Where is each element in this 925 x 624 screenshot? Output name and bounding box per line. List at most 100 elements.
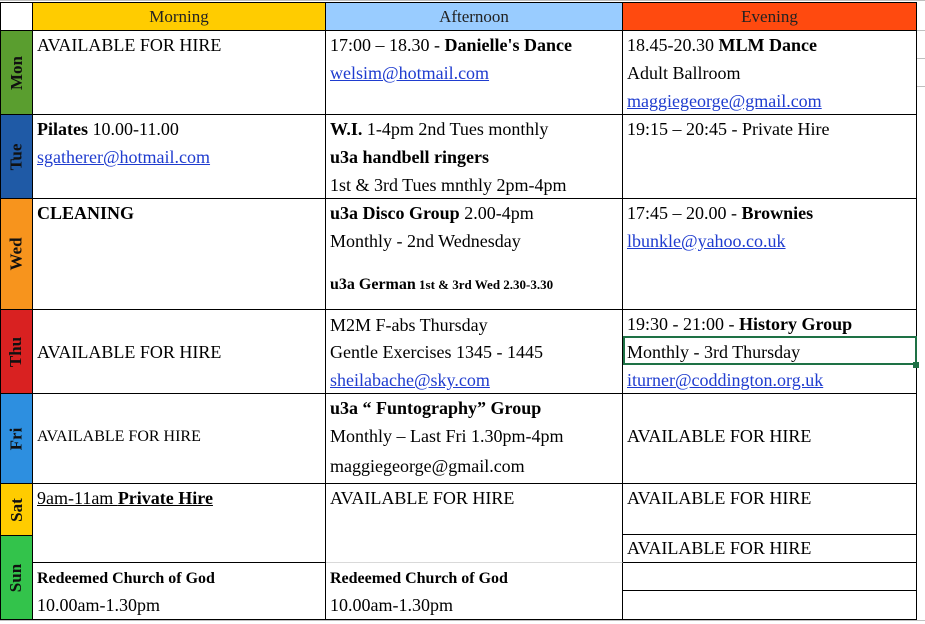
tue-afternoon-line3: 1st & 3rd Tues mnthly 2pm-4pm: [330, 175, 567, 195]
sat-evening-cell[interactable]: AVAILABLE FOR HIRE: [623, 484, 917, 535]
time-text: 17:45 – 20.00 -: [627, 203, 742, 223]
day-label: Tue: [6, 143, 26, 170]
wed-afternoon-cell[interactable]: u3a Disco Group 2.00-4pm Monthly - 2nd W…: [326, 199, 623, 310]
activity-name: Private Hire: [117, 488, 213, 508]
day-thu[interactable]: Thu: [0, 310, 33, 394]
tue-afternoon-cell[interactable]: W.I. 1-4pm 2nd Tues monthly u3a handbell…: [326, 115, 623, 199]
gridline: [917, 86, 925, 87]
header-morning[interactable]: Morning: [33, 2, 326, 31]
tue-morning-email-link[interactable]: sgatherer@hotmail.com: [37, 146, 210, 168]
activity-name: MLM Dance: [718, 35, 817, 55]
time-text: 9am-11am: [37, 488, 118, 508]
time-text: 10.00-11.00: [88, 119, 179, 139]
gridline: [0, 620, 925, 621]
fill-handle[interactable]: [913, 362, 919, 368]
day-sun[interactable]: Sun: [0, 536, 33, 620]
wed-evening-line1: 17:45 – 20.00 - Brownies: [627, 202, 813, 224]
gridline: [917, 58, 925, 59]
thu-morning-cell[interactable]: AVAILABLE FOR HIRE: [33, 310, 326, 394]
thu-evening-line1: 19:30 - 21:00 - History Group: [627, 313, 852, 335]
thu-afternoon-line2: Gentle Exercises 1345 - 1445: [330, 342, 543, 362]
mon-evening-email-link[interactable]: maggiegeorge@gmail.com: [627, 90, 822, 112]
sat-afternoon-cell[interactable]: AVAILABLE FOR HIRE: [326, 484, 623, 563]
mon-evening-line1: 18.45-20.30 MLM Dance: [627, 34, 817, 56]
fri-evening-text: AVAILABLE FOR HIRE: [627, 426, 812, 446]
header-evening[interactable]: Evening: [623, 2, 917, 31]
mon-afternoon-line1: 17:00 – 18.30 - Danielle's Dance: [330, 34, 572, 56]
fri-afternoon-line3: maggiegeorge@gmail.com: [330, 456, 525, 476]
fri-evening-cell[interactable]: AVAILABLE FOR HIRE: [623, 394, 917, 484]
tue-evening-cell[interactable]: 19:15 – 20:45 - Private Hire: [623, 115, 917, 199]
mon-morning-text: AVAILABLE FOR HIRE: [37, 35, 222, 55]
sun-morning-cell[interactable]: Redeemed Church of God 10.00am-1.30pm: [33, 563, 326, 620]
gridline: [0, 0, 925, 1]
tue-morning-line1: Pilates 10.00-11.00: [37, 118, 179, 140]
sun-morning-line2: 10.00am-1.30pm: [37, 595, 160, 615]
thu-afternoon-line1: M2M F-abs Thursday: [330, 315, 488, 335]
sun-afternoon-line2: 10.00am-1.30pm: [330, 595, 453, 615]
tue-evening-text: 19:15 – 20:45 - Private Hire: [627, 119, 830, 139]
thu-morning-text: AVAILABLE FOR HIRE: [37, 342, 222, 362]
time-text: 19:30 - 21:00 -: [627, 314, 739, 334]
mon-evening-line2: Adult Ballroom: [627, 63, 741, 83]
sat-morning-cell[interactable]: 9am-11am Private Hire: [33, 484, 326, 563]
mon-morning-cell[interactable]: AVAILABLE FOR HIRE: [33, 31, 326, 115]
wed-morning-text: CLEANING: [37, 203, 135, 223]
time-text: 1st & 3rd Wed 2.30-3.30: [415, 277, 554, 292]
day-fri[interactable]: Fri: [0, 394, 33, 484]
wed-afternoon-line3: u3a German 1st & 3rd Wed 2.30-3.30: [330, 272, 553, 296]
wed-evening-email-link[interactable]: lbunkle@yahoo.co.uk: [627, 230, 786, 252]
sun-evening-text: AVAILABLE FOR HIRE: [627, 538, 812, 558]
wed-afternoon-line2: Monthly - 2nd Wednesday: [330, 231, 521, 251]
mon-afternoon-cell[interactable]: 17:00 – 18.30 - Danielle's Dance welsim@…: [326, 31, 623, 115]
activity-name: W.I.: [330, 119, 363, 139]
activity-name: u3a German: [330, 276, 416, 293]
day-tue[interactable]: Tue: [0, 115, 33, 199]
day-label: Sat: [6, 497, 26, 522]
day-label: Wed: [6, 237, 26, 271]
activity-name: History Group: [739, 314, 853, 334]
wed-morning-cell[interactable]: CLEANING: [33, 199, 326, 310]
day-label: Thu: [6, 336, 26, 367]
sun-morning-line1: Redeemed Church of God: [37, 570, 215, 587]
sun-evening-cell[interactable]: AVAILABLE FOR HIRE: [623, 535, 917, 563]
mon-evening-cell[interactable]: 18.45-20.30 MLM Dance Adult Ballroom mag…: [623, 31, 917, 115]
sat-morning-line1: 9am-11am Private Hire: [37, 487, 213, 509]
thu-afternoon-email-link[interactable]: sheilabache@sky.com: [330, 369, 490, 391]
day-label: Mon: [6, 55, 26, 90]
header-afternoon[interactable]: Afternoon: [326, 2, 623, 31]
day-mon[interactable]: Mon: [0, 31, 33, 115]
fri-afternoon-line1: u3a “ Funtography” Group: [330, 398, 542, 418]
gridline: [917, 30, 925, 31]
tue-afternoon-line2: u3a handbell ringers: [330, 147, 490, 167]
time-text: 18.45-20.30: [627, 35, 719, 55]
fri-afternoon-line2: Monthly – Last Fri 1.30pm-4pm: [330, 426, 564, 446]
time-text: 1-4pm 2nd Tues monthly: [362, 119, 549, 139]
mon-afternoon-email-link[interactable]: welsim@hotmail.com: [330, 62, 489, 84]
fri-morning-cell[interactable]: AVAILABLE FOR HIRE: [33, 394, 326, 484]
selected-cell-outline: [623, 336, 917, 365]
header-corner: [0, 2, 33, 31]
sun-evening-empty-cell[interactable]: [623, 591, 917, 620]
activity-name: u3a Disco Group: [330, 203, 460, 223]
tue-morning-cell[interactable]: Pilates 10.00-11.00 sgatherer@hotmail.co…: [33, 115, 326, 199]
wed-afternoon-line1: u3a Disco Group 2.00-4pm: [330, 202, 534, 224]
time-text: 2.00-4pm: [459, 203, 534, 223]
thu-afternoon-cell[interactable]: M2M F-abs Thursday Gentle Exercises 1345…: [326, 310, 623, 394]
fri-afternoon-cell[interactable]: u3a “ Funtography” Group Monthly – Last …: [326, 394, 623, 484]
activity-name: Danielle's Dance: [444, 35, 573, 55]
sun-afternoon-cell[interactable]: Redeemed Church of God 10.00am-1.30pm: [326, 563, 623, 620]
wed-evening-cell[interactable]: 17:45 – 20.00 - Brownies lbunkle@yahoo.c…: [623, 199, 917, 310]
sun-afternoon-line1: Redeemed Church of God: [330, 570, 508, 587]
sat-afternoon-text: AVAILABLE FOR HIRE: [330, 488, 515, 508]
day-sat[interactable]: Sat: [0, 484, 33, 536]
day-wed[interactable]: Wed: [0, 199, 33, 310]
tue-afternoon-line1: W.I. 1-4pm 2nd Tues monthly: [330, 118, 548, 140]
sat-evening-text: AVAILABLE FOR HIRE: [627, 488, 812, 508]
sun-evening-empty-cell[interactable]: [623, 563, 917, 591]
thu-evening-email-link[interactable]: iturner@coddington.org.uk: [627, 369, 823, 391]
day-label: Sun: [6, 563, 26, 592]
activity-name: Pilates: [37, 119, 88, 139]
activity-name: Brownies: [741, 203, 814, 223]
time-text: 17:00 – 18.30 -: [330, 35, 445, 55]
